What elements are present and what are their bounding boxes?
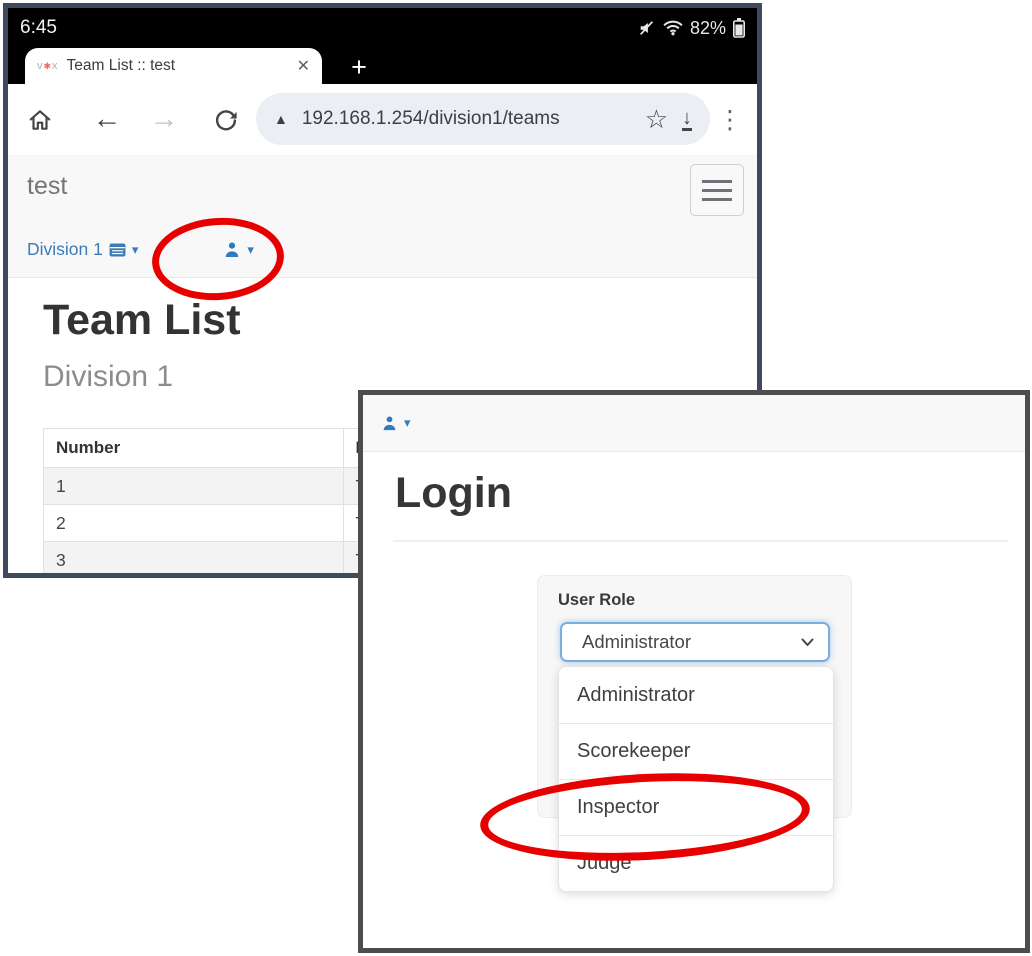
user-menu[interactable]: ▾ (224, 242, 254, 258)
team-number-cell: 1 (44, 468, 344, 505)
new-tab-button[interactable]: + (344, 52, 374, 82)
reload-icon[interactable] (211, 84, 241, 155)
team-number-cell: 3 (44, 542, 344, 579)
battery-percent: 82% (690, 18, 726, 39)
page-title: Team List (43, 296, 241, 345)
table-header-cell: Number (44, 429, 344, 468)
user-role-label: User Role (558, 591, 635, 610)
download-icon[interactable]: ↓ (682, 108, 692, 131)
role-option[interactable]: Scorekeeper (559, 723, 833, 779)
android-status-bar: 6:45 (8, 8, 757, 48)
person-icon (224, 242, 240, 258)
site-navbar: test Division 1 (8, 155, 757, 278)
chevron-down-icon (801, 638, 814, 647)
back-icon[interactable]: ← (92, 84, 122, 155)
division-menu[interactable]: Division 1 ▾ (27, 239, 138, 260)
table-icon (109, 243, 126, 257)
browser-toolbar: ← → ▲ 192.168.1.254/division1/teams ☆ ↓ … (8, 84, 757, 155)
tab-title: Team List :: test (67, 57, 288, 75)
brand-text: test (27, 172, 67, 201)
tab-close-icon[interactable]: ✕ (297, 56, 310, 76)
chevron-down-icon: ▾ (132, 242, 139, 258)
browser-tab-strip: v✱x Team List :: test ✕ + (8, 48, 757, 84)
chevron-down-icon: ▾ (404, 415, 411, 431)
home-icon[interactable] (26, 84, 54, 155)
site-warning-icon[interactable]: ▲ (274, 111, 288, 127)
user-role-select[interactable]: Administrator (560, 622, 830, 662)
clock: 6:45 (20, 17, 57, 39)
chevron-down-icon: ▾ (247, 242, 254, 258)
divider (393, 540, 1008, 542)
star-icon[interactable]: ☆ (645, 104, 668, 135)
screenshot-canvas: 6:45 (0, 0, 1032, 956)
url-text[interactable]: 192.168.1.254/division1/teams (302, 108, 631, 130)
login-navbar: ▾ (363, 395, 1025, 452)
battery-icon (733, 18, 745, 38)
wifi-icon (663, 20, 683, 36)
role-dropdown-list: AdministratorScorekeeperInspectorJudge (558, 666, 834, 892)
url-bar[interactable]: ▲ 192.168.1.254/division1/teams ☆ ↓ (256, 93, 710, 145)
division-menu-label: Division 1 (27, 239, 103, 260)
mute-icon (638, 19, 656, 37)
hamburger-icon[interactable] (690, 164, 744, 216)
browser-tab[interactable]: v✱x Team List :: test ✕ (25, 48, 322, 84)
forward-icon[interactable]: → (149, 84, 179, 155)
menu-kebab-icon[interactable]: ⋮ (716, 84, 744, 155)
login-screenshot-window: ▾ Login User Role Administrator Administ… (358, 390, 1030, 953)
team-number-cell: 2 (44, 505, 344, 542)
role-option[interactable]: Inspector (559, 779, 833, 835)
selected-role-value: Administrator (582, 631, 801, 653)
role-option[interactable]: Judge (559, 835, 833, 891)
login-title: Login (395, 469, 512, 518)
favicon-icon: v✱x (37, 61, 58, 72)
person-icon (382, 416, 397, 431)
role-option[interactable]: Administrator (559, 667, 833, 723)
user-menu[interactable]: ▾ (382, 415, 411, 431)
page-subtitle: Division 1 (43, 360, 173, 394)
